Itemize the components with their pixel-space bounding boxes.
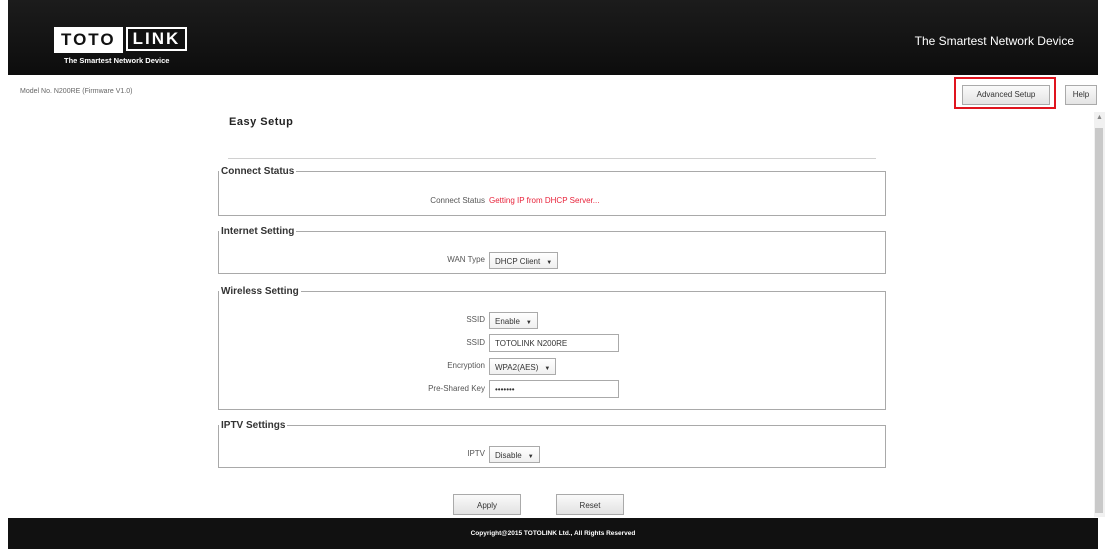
wan-type-label: WAN Type bbox=[447, 255, 485, 264]
connect-status-label: Connect Status bbox=[430, 196, 485, 205]
psk-row: Pre-Shared Key ••••••• bbox=[219, 379, 885, 399]
internet-setting-section: Internet Setting WAN Type DHCP Client ▼ bbox=[218, 226, 886, 274]
connect-status-legend: Connect Status bbox=[221, 166, 295, 177]
reset-button[interactable]: Reset bbox=[556, 494, 624, 515]
connect-status-value: Getting IP from DHCP Server... bbox=[489, 196, 600, 205]
dropdown-arrow-icon: ▼ bbox=[544, 366, 551, 372]
help-button[interactable]: Help bbox=[1065, 85, 1097, 105]
connect-status-section: Connect Status Connect Status Getting IP… bbox=[218, 166, 886, 216]
wan-type-select[interactable]: DHCP Client ▼ bbox=[489, 252, 559, 269]
footer-copyright: Copyright@2015 TOTOLINK Ltd., All Rights… bbox=[8, 518, 1098, 549]
logo-link-text: LINK bbox=[125, 27, 188, 51]
connect-status-row: Connect Status Getting IP from DHCP Serv… bbox=[219, 191, 885, 211]
ssid-input[interactable]: TOTOLINK N200RE bbox=[489, 334, 619, 352]
scroll-up-arrow-icon[interactable]: ▲ bbox=[1096, 114, 1103, 121]
wireless-setting-section: Wireless Setting SSID Enable ▼ SSID TOTOL… bbox=[218, 286, 886, 410]
iptv-select[interactable]: Disable ▼ bbox=[489, 446, 540, 463]
encryption-label: Encryption bbox=[447, 361, 485, 370]
ssid-state-row: SSID Enable ▼ bbox=[219, 310, 885, 330]
header-tagline: The Smartest Network Device bbox=[914, 34, 1074, 48]
wan-type-value: DHCP Client bbox=[495, 257, 541, 266]
iptv-row: IPTV Disable ▼ bbox=[219, 444, 885, 464]
logo-subtitle: The Smartest Network Device bbox=[64, 56, 170, 65]
psk-label: Pre-Shared Key bbox=[428, 384, 485, 393]
dropdown-arrow-icon: ▼ bbox=[546, 260, 553, 266]
wireless-setting-legend: Wireless Setting bbox=[221, 286, 299, 297]
wan-type-row: WAN Type DHCP Client ▼ bbox=[219, 250, 885, 270]
page-title: Easy Setup bbox=[229, 116, 294, 128]
iptv-value: Disable bbox=[495, 451, 522, 460]
ssid-row: SSID TOTOLINK N200RE bbox=[219, 333, 885, 353]
ssid-state-label: SSID bbox=[466, 315, 485, 324]
psk-input[interactable]: ••••••• bbox=[489, 380, 619, 398]
header-bar: TOTO LINK The Smartest Network Device Th… bbox=[8, 0, 1098, 75]
iptv-settings-section: IPTV Settings IPTV Disable ▼ bbox=[218, 420, 886, 468]
ssid-state-value: Enable bbox=[495, 317, 520, 326]
apply-button[interactable]: Apply bbox=[453, 494, 521, 515]
encryption-select[interactable]: WPA2(AES) ▼ bbox=[489, 358, 557, 375]
dropdown-arrow-icon: ▼ bbox=[525, 320, 532, 326]
model-info: Model No. N200RE (Firmware V1.0) bbox=[20, 88, 133, 95]
iptv-settings-legend: IPTV Settings bbox=[221, 420, 286, 431]
title-divider bbox=[228, 158, 876, 159]
encryption-value: WPA2(AES) bbox=[495, 363, 539, 372]
ssid-state-select[interactable]: Enable ▼ bbox=[489, 312, 538, 329]
totolink-logo: TOTO LINK The Smartest Network Device bbox=[54, 27, 188, 65]
dropdown-arrow-icon: ▼ bbox=[527, 454, 534, 460]
advanced-setup-button[interactable]: Advanced Setup bbox=[962, 85, 1050, 105]
page-scrollbar[interactable]: ▲ bbox=[1094, 112, 1105, 517]
internet-setting-legend: Internet Setting bbox=[221, 226, 295, 237]
logo-toto-text: TOTO bbox=[54, 27, 123, 53]
scroll-thumb[interactable] bbox=[1095, 128, 1103, 513]
ssid-label: SSID bbox=[466, 338, 485, 347]
iptv-label: IPTV bbox=[467, 449, 485, 458]
encryption-row: Encryption WPA2(AES) ▼ bbox=[219, 356, 885, 376]
